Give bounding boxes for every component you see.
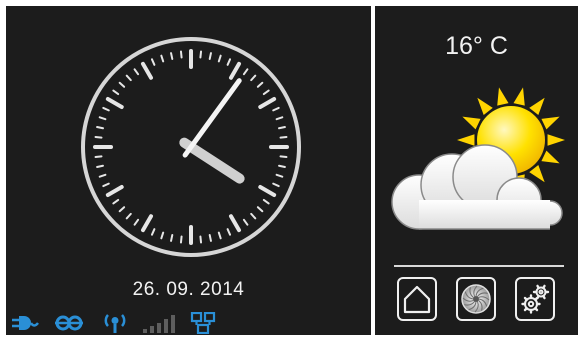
minute-tick bbox=[250, 74, 257, 82]
minute-tick bbox=[262, 89, 270, 96]
hour-tick bbox=[141, 61, 153, 80]
fan-icon bbox=[461, 284, 491, 314]
gears-icon bbox=[521, 284, 550, 314]
minute-tick bbox=[217, 231, 222, 240]
sun-ray bbox=[497, 87, 509, 106]
minute-tick bbox=[96, 126, 104, 130]
weather-panel: 16° C bbox=[375, 6, 578, 335]
minute-tick bbox=[150, 58, 156, 66]
sun-ray bbox=[529, 97, 545, 116]
clock-panel: 26. 09. 2014 bbox=[6, 6, 371, 335]
minute-tick bbox=[118, 206, 126, 213]
home-icon bbox=[403, 285, 431, 314]
minute-tick bbox=[272, 106, 280, 112]
minute-tick bbox=[170, 234, 174, 242]
minute-tick bbox=[98, 116, 107, 121]
sun-ray bbox=[477, 97, 493, 116]
hour-tick bbox=[258, 185, 277, 197]
minute-tick bbox=[133, 218, 140, 226]
sun-ray bbox=[541, 116, 560, 130]
minute-tick bbox=[256, 81, 264, 88]
sun-ray bbox=[513, 87, 525, 106]
minute-tick bbox=[272, 182, 280, 188]
minute-tick bbox=[208, 234, 212, 242]
minute-tick bbox=[98, 173, 107, 178]
hour-tick bbox=[141, 214, 153, 233]
minute-tick bbox=[226, 58, 232, 66]
minute-tick bbox=[170, 52, 174, 60]
minute-tick bbox=[199, 50, 203, 59]
minute-tick bbox=[278, 164, 286, 168]
minute-tick bbox=[133, 68, 140, 76]
minute-tick bbox=[94, 155, 103, 159]
sun-ray bbox=[529, 164, 545, 183]
settings-button[interactable] bbox=[515, 277, 555, 321]
divider bbox=[394, 265, 564, 267]
minute-tick bbox=[150, 228, 156, 236]
hour-tick bbox=[258, 97, 277, 109]
minute-tick bbox=[275, 116, 284, 121]
temperature-display: 16° C bbox=[445, 32, 508, 60]
home-button[interactable] bbox=[397, 277, 437, 321]
minute-tick bbox=[125, 212, 132, 220]
minute-tick bbox=[125, 74, 132, 82]
sun-ray bbox=[547, 134, 565, 146]
minute-tick bbox=[279, 155, 288, 159]
minute-tick bbox=[279, 135, 288, 139]
minute-tick bbox=[275, 173, 284, 178]
network-icon bbox=[190, 312, 216, 334]
minute-tick bbox=[278, 126, 286, 130]
minute-tick bbox=[160, 231, 165, 240]
date-display: 26. 09. 2014 bbox=[132, 279, 245, 300]
minute-tick bbox=[179, 50, 183, 59]
minute-tick bbox=[256, 206, 264, 213]
minute-tick bbox=[102, 182, 110, 188]
minute-tick bbox=[250, 212, 257, 220]
minute-tick bbox=[217, 54, 222, 63]
minute-tick bbox=[262, 198, 270, 205]
analog-clock bbox=[81, 37, 301, 257]
device-screen: 26. 09. 2014 16° C bbox=[0, 0, 583, 339]
minute-tick bbox=[112, 198, 120, 205]
minute-tick bbox=[242, 218, 249, 226]
signal-strength-icon bbox=[143, 315, 175, 333]
minute-tick bbox=[118, 81, 126, 88]
status-bar bbox=[6, 312, 226, 334]
sun-ray bbox=[462, 116, 481, 130]
minute-tick bbox=[96, 164, 104, 168]
hour-tick bbox=[105, 185, 124, 197]
minute-hand bbox=[182, 78, 242, 158]
partly-cloudy-icon bbox=[391, 87, 565, 230]
link-icon bbox=[55, 315, 83, 331]
minute-tick bbox=[160, 54, 165, 63]
sun-ray bbox=[541, 150, 560, 164]
minute-tick bbox=[226, 228, 232, 236]
antenna-icon bbox=[104, 314, 126, 333]
sun-ray bbox=[457, 134, 475, 146]
minute-tick bbox=[242, 68, 249, 76]
fan-button[interactable] bbox=[456, 277, 496, 321]
minute-tick bbox=[199, 235, 203, 244]
minute-tick bbox=[208, 52, 212, 60]
hour-tick bbox=[105, 97, 124, 109]
hour-tick bbox=[229, 61, 241, 80]
minute-tick bbox=[94, 135, 103, 139]
plug-icon bbox=[12, 316, 39, 330]
minute-tick bbox=[179, 235, 183, 244]
minute-tick bbox=[112, 89, 120, 96]
hour-tick bbox=[229, 214, 241, 233]
minute-tick bbox=[102, 106, 110, 112]
